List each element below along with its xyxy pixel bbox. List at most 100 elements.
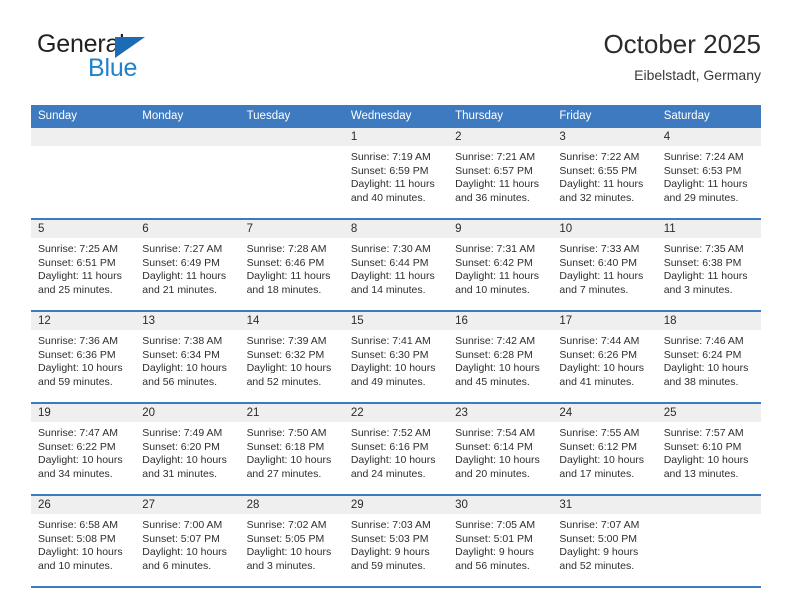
day-number: 26: [31, 496, 136, 514]
day-number: 8: [343, 220, 449, 238]
day-number: [239, 128, 344, 146]
daylight-text-line1: Daylight: 10 hours: [142, 454, 227, 466]
weekday-header-monday: Monday: [142, 110, 184, 122]
day-details: Sunrise: 7:28 AM Sunset: 6:46 PM Daylight:…: [240, 238, 344, 310]
day-cell-8[interactable]: 8 Sunrise: 7:30 AM Sunset: 6:44 PM Daylight…: [343, 220, 449, 310]
day-number: 17: [552, 312, 657, 330]
sunset-text: Sunset: 6:42 PM: [455, 256, 533, 269]
daylight-text-line1: Daylight: 10 hours: [350, 362, 436, 374]
daylight-text-line1: Daylight: 10 hours: [142, 362, 227, 374]
day-number: 1: [343, 128, 449, 146]
day-number: 28: [239, 496, 344, 514]
day-cell-11[interactable]: 11 Sunrise: 7:35 AM Sunset: 6:38 PM Dayligh…: [656, 220, 761, 310]
daylight-text-line2: and 45 minutes.: [455, 375, 530, 388]
day-details: Sunrise: 7:27 AM Sunset: 6:49 PM Daylight:…: [135, 238, 239, 310]
day-cell-22[interactable]: 22 Sunrise: 7:52 AM Sunset: 6:16 PM Dayligh…: [343, 404, 449, 494]
day-details: Sunrise: 7:49 AM Sunset: 6:20 PM Daylight:…: [135, 422, 239, 494]
page-title: October 2025: [603, 29, 761, 59]
daylight-text-line1: Daylight: 11 hours: [663, 178, 748, 190]
title-block: October 2025 Eibelstadt, Germany: [603, 28, 761, 85]
day-cell-28[interactable]: 28 Sunrise: 7:02 AM Sunset: 5:05 PM Dayligh…: [239, 496, 344, 586]
day-cell-24[interactable]: 24 Sunrise: 7:55 AM Sunset: 6:12 PM Dayligh…: [552, 404, 657, 494]
day-cell-15[interactable]: 15 Sunrise: 7:41 AM Sunset: 6:30 PM Dayligh…: [343, 312, 449, 402]
sunset-text: Sunset: 6:24 PM: [663, 348, 742, 361]
day-number: 14: [239, 312, 344, 330]
daylight-text-line1: Daylight: 11 hours: [559, 178, 644, 190]
sunset-text: Sunset: 6:16 PM: [350, 440, 429, 453]
day-number: 21: [239, 404, 344, 422]
day-cell-3[interactable]: 3 Sunrise: 7:22 AM Sunset: 6:55 PM Daylight…: [552, 128, 657, 218]
logo-text-blue: Blue: [88, 54, 138, 82]
sunrise-text: Sunrise: 7:49 AM: [142, 427, 223, 439]
daylight-text-line1: Daylight: 11 hours: [350, 270, 435, 282]
day-cell-31[interactable]: 31 Sunrise: 7:07 AM Sunset: 5:00 PM Dayligh…: [552, 496, 657, 586]
sunset-text: Sunset: 6:44 PM: [350, 256, 429, 269]
sunset-text: Sunset: 5:03 PM: [350, 532, 429, 545]
day-cell-9[interactable]: 9 Sunrise: 7:31 AM Sunset: 6:42 PM Daylight…: [448, 220, 553, 310]
sunset-text: Sunset: 6:14 PM: [455, 440, 533, 453]
daylight-text-line2: and 10 minutes.: [38, 559, 113, 572]
sunrise-text: Sunrise: 7:24 AM: [663, 151, 744, 163]
daylight-text-line2: and 17 minutes.: [559, 467, 635, 480]
day-cell-25[interactable]: 25 Sunrise: 7:57 AM Sunset: 6:10 PM Dayligh…: [656, 404, 761, 494]
day-cell-5[interactable]: 5 Sunrise: 7:25 AM Sunset: 6:51 PM Daylight…: [31, 220, 136, 310]
sunset-text: Sunset: 6:18 PM: [246, 440, 325, 453]
sunset-text: Sunset: 6:46 PM: [246, 256, 325, 269]
day-cell-29[interactable]: 29 Sunrise: 7:03 AM Sunset: 5:03 PM Dayligh…: [343, 496, 449, 586]
day-cell-empty: [135, 128, 240, 218]
day-cell-4[interactable]: 4 Sunrise: 7:24 AM Sunset: 6:53 PM Daylight…: [656, 128, 761, 218]
sunrise-text: Sunrise: 7:54 AM: [455, 427, 536, 439]
weekday-header-thursday: Thursday: [455, 110, 504, 122]
sunrise-text: Sunrise: 7:47 AM: [38, 427, 118, 439]
day-cell-16[interactable]: 16 Sunrise: 7:42 AM Sunset: 6:28 PM Dayligh…: [448, 312, 553, 402]
day-cell-18[interactable]: 18 Sunrise: 7:46 AM Sunset: 6:24 PM Dayligh…: [656, 312, 761, 402]
daylight-text-line1: Daylight: 11 hours: [350, 178, 435, 190]
daylight-text-line1: Daylight: 11 hours: [559, 270, 644, 282]
sunset-text: Sunset: 6:20 PM: [142, 440, 220, 453]
daylight-text-line1: Daylight: 10 hours: [455, 362, 540, 374]
day-details: Sunrise: 7:38 AM Sunset: 6:34 PM Daylight:…: [135, 330, 239, 402]
day-cell-17[interactable]: 17 Sunrise: 7:44 AM Sunset: 6:26 PM Dayligh…: [552, 312, 657, 402]
daylight-text-line2: and 13 minutes.: [663, 467, 739, 480]
calendar-week-row: 5 Sunrise: 7:25 AM Sunset: 6:51 PM Daylight…: [31, 220, 761, 312]
sunset-text: Sunset: 6:38 PM: [663, 256, 742, 269]
day-cell-13[interactable]: 13 Sunrise: 7:38 AM Sunset: 6:34 PM Dayligh…: [135, 312, 240, 402]
daylight-text-line1: Daylight: 10 hours: [559, 454, 645, 466]
day-cell-10[interactable]: 10 Sunrise: 7:33 AM Sunset: 6:40 PM Dayligh…: [552, 220, 657, 310]
day-cell-20[interactable]: 20 Sunrise: 7:49 AM Sunset: 6:20 PM Dayligh…: [135, 404, 240, 494]
day-number: 27: [135, 496, 240, 514]
calendar-week-row: 1 Sunrise: 7:19 AM Sunset: 6:59 PM Daylight…: [31, 128, 761, 220]
day-details: Sunrise: 7:21 AM Sunset: 6:57 PM Daylight:…: [448, 146, 552, 218]
day-cell-21[interactable]: 21 Sunrise: 7:50 AM Sunset: 6:18 PM Dayligh…: [239, 404, 344, 494]
day-cell-14[interactable]: 14 Sunrise: 7:39 AM Sunset: 6:32 PM Dayligh…: [239, 312, 344, 402]
sunrise-text: Sunrise: 7:38 AM: [142, 335, 223, 347]
day-cell-6[interactable]: 6 Sunrise: 7:27 AM Sunset: 6:49 PM Daylight…: [135, 220, 240, 310]
sunrise-text: Sunrise: 7:05 AM: [455, 519, 536, 531]
day-cell-30[interactable]: 30 Sunrise: 7:05 AM Sunset: 5:01 PM Dayligh…: [448, 496, 553, 586]
generalblue-logo[interactable]: General Blue: [31, 28, 231, 90]
daylight-text-line2: and 52 minutes.: [559, 559, 635, 572]
day-details: Sunrise: 7:24 AM Sunset: 6:53 PM Daylight:…: [657, 146, 761, 218]
daylight-text-line1: Daylight: 11 hours: [455, 178, 539, 190]
daylight-text-line2: and 56 minutes.: [455, 559, 530, 572]
day-cell-2[interactable]: 2 Sunrise: 7:21 AM Sunset: 6:57 PM Daylight…: [448, 128, 553, 218]
day-details: Sunrise: 7:33 AM Sunset: 6:40 PM Daylight:…: [552, 238, 656, 310]
day-cell-19[interactable]: 19 Sunrise: 7:47 AM Sunset: 6:22 PM Dayligh…: [31, 404, 136, 494]
daylight-text-line1: Daylight: 9 hours: [350, 546, 430, 558]
day-cell-23[interactable]: 23 Sunrise: 7:54 AM Sunset: 6:14 PM Dayligh…: [448, 404, 553, 494]
day-number: 4: [656, 128, 761, 146]
day-cell-7[interactable]: 7 Sunrise: 7:28 AM Sunset: 6:46 PM Daylight…: [239, 220, 344, 310]
day-cell-26[interactable]: 26 Sunrise: 6:58 AM Sunset: 5:08 PM Dayligh…: [31, 496, 136, 586]
sunrise-text: Sunrise: 7:21 AM: [455, 151, 536, 163]
sunset-text: Sunset: 6:10 PM: [663, 440, 742, 453]
day-cell-1[interactable]: 1 Sunrise: 7:19 AM Sunset: 6:59 PM Daylight…: [343, 128, 449, 218]
day-cell-12[interactable]: 12 Sunrise: 7:36 AM Sunset: 6:36 PM Dayligh…: [31, 312, 136, 402]
daylight-text-line2: and 34 minutes.: [38, 467, 113, 480]
day-details: Sunrise: 7:30 AM Sunset: 6:44 PM Daylight:…: [344, 238, 448, 310]
day-number: 3: [552, 128, 657, 146]
sunrise-text: Sunrise: 7:00 AM: [142, 519, 223, 531]
daylight-text-line2: and 6 minutes.: [142, 559, 212, 572]
day-details: Sunrise: 7:19 AM Sunset: 6:59 PM Daylight:…: [344, 146, 448, 218]
weekday-header-saturday: Saturday: [663, 110, 710, 122]
day-cell-27[interactable]: 27 Sunrise: 7:00 AM Sunset: 5:07 PM Dayligh…: [135, 496, 240, 586]
